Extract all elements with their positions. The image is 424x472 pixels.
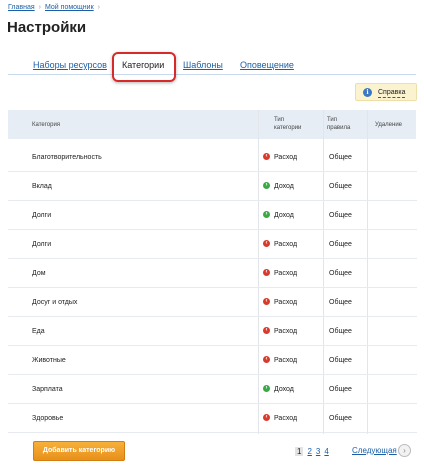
table-row[interactable]: Здоровье ‹ Расход Общее: [8, 404, 417, 433]
expense-icon: ‹: [263, 239, 270, 247]
expense-icon: ‹: [263, 355, 270, 363]
category-type: ‹ Расход: [263, 230, 297, 259]
header-delete: Удаление: [375, 122, 403, 128]
category-name: Долги: [32, 212, 52, 219]
category-name: Долги: [32, 241, 52, 248]
page-3-link[interactable]: 3: [316, 447, 320, 456]
table-row[interactable]: Долги ‹ Расход Общее: [8, 230, 417, 259]
tab-notifications[interactable]: Оповещение: [240, 53, 294, 79]
category-name: Здоровье: [32, 415, 64, 422]
category-type-label: Расход: [274, 154, 298, 161]
page-1-link[interactable]: 1: [295, 447, 304, 456]
rule-type: Общее: [329, 299, 352, 306]
tab-categories[interactable]: Категории: [122, 53, 164, 79]
table-header: Категория Тип категории Тип правила Удал…: [8, 110, 416, 139]
tab-templates[interactable]: Шаблоны: [183, 53, 223, 79]
table-row[interactable]: Еда ‹ Расход Общее: [8, 317, 417, 346]
rule-type: Общее: [329, 241, 352, 248]
table-row[interactable]: Долги › Доход Общее: [8, 201, 417, 230]
category-type-label: Расход: [274, 299, 298, 306]
category-type-label: Расход: [274, 270, 298, 277]
page-4-link[interactable]: 4: [324, 447, 328, 456]
breadcrumb: Главная › Мой помощник ›: [8, 4, 104, 11]
category-type: ‹ Расход: [263, 259, 297, 288]
add-category-button[interactable]: Добавить категорию: [33, 441, 125, 461]
table-row[interactable]: Вклад › Доход Общее: [8, 172, 417, 201]
table-row[interactable]: Зарплата › Доход Общее: [8, 375, 417, 404]
rule-type: Общее: [329, 415, 352, 422]
category-name: Зарплата: [32, 386, 63, 393]
category-type-label: Расход: [274, 415, 298, 422]
category-name: Животные: [32, 357, 66, 364]
expense-icon: ‹: [263, 413, 270, 421]
help-button[interactable]: i Справка: [355, 83, 417, 101]
income-icon: ›: [263, 181, 270, 189]
category-name: Вклад: [32, 183, 52, 190]
tab-resource-sets[interactable]: Наборы ресурсов: [33, 53, 107, 79]
next-arrow-icon[interactable]: ›: [398, 444, 411, 457]
header-category: Категория: [32, 122, 61, 128]
expense-icon: ‹: [263, 326, 270, 334]
rule-type: Общее: [329, 154, 352, 161]
category-type-label: Доход: [274, 183, 294, 190]
category-type: ‹ Расход: [263, 404, 297, 433]
table-row[interactable]: Животные ‹ Расход Общее: [8, 346, 417, 375]
expense-icon: ‹: [263, 152, 270, 160]
info-icon: i: [363, 88, 372, 97]
pagination: 1234: [295, 447, 333, 456]
page-title: Настройки: [7, 19, 87, 36]
category-type-label: Расход: [274, 357, 298, 364]
category-name: Благотворительность: [32, 154, 102, 161]
income-icon: ›: [263, 384, 270, 392]
category-type: ‹ Расход: [263, 288, 297, 317]
rule-type: Общее: [329, 183, 352, 190]
category-type-label: Доход: [274, 212, 294, 219]
rule-type: Общее: [329, 270, 352, 277]
table-row[interactable]: Дом ‹ Расход Общее: [8, 259, 417, 288]
page-2-link[interactable]: 2: [307, 447, 311, 456]
rule-type: Общее: [329, 386, 352, 393]
category-type: › Доход: [263, 172, 294, 201]
header-rule-type: Тип правила: [327, 117, 351, 131]
rule-type: Общее: [329, 328, 352, 335]
category-type: ‹ Расход: [263, 143, 297, 172]
breadcrumb-current-link[interactable]: Мой помощник: [45, 4, 94, 11]
category-type-label: Доход: [274, 386, 294, 393]
breadcrumb-home-link[interactable]: Главная: [8, 4, 35, 11]
category-name: Досуг и отдых: [32, 299, 78, 306]
category-type: ‹ Расход: [263, 346, 297, 375]
help-button-label: Справка: [378, 89, 406, 98]
category-type-label: Расход: [274, 241, 298, 248]
category-type-label: Расход: [274, 328, 298, 335]
expense-icon: ‹: [263, 268, 270, 276]
income-icon: ›: [263, 210, 270, 218]
header-category-type: Тип категории: [274, 117, 302, 131]
category-name: Еда: [32, 328, 45, 335]
category-type: › Доход: [263, 375, 294, 404]
expense-icon: ‹: [263, 297, 270, 305]
rule-type: Общее: [329, 212, 352, 219]
breadcrumb-separator-icon: ›: [38, 4, 41, 11]
rule-type: Общее: [329, 357, 352, 364]
category-type: ‹ Расход: [263, 317, 297, 346]
category-name: Дом: [32, 270, 46, 277]
category-type: › Доход: [263, 201, 294, 230]
next-page-link[interactable]: Следующая: [352, 446, 397, 455]
breadcrumb-separator-icon: ›: [97, 4, 100, 11]
table-row[interactable]: Благотворительность ‹ Расход Общее: [8, 143, 417, 172]
table-row[interactable]: Досуг и отдых ‹ Расход Общее: [8, 288, 417, 317]
